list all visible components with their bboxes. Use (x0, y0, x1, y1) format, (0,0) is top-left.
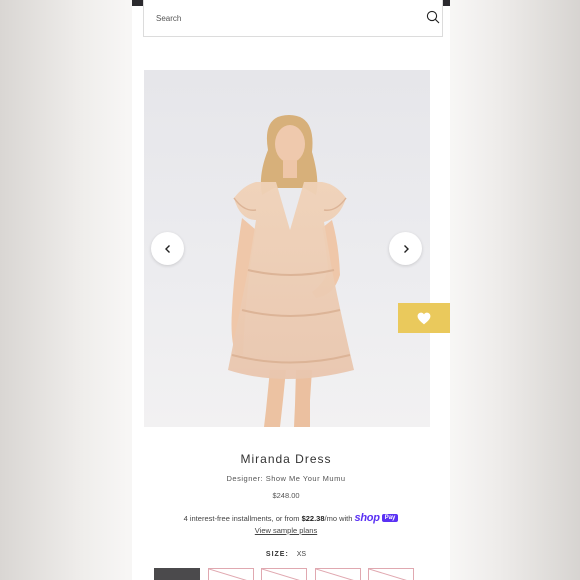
search-input[interactable] (156, 11, 406, 25)
next-image-button[interactable] (389, 232, 422, 265)
size-option[interactable] (208, 568, 254, 580)
size-selector-label: SIZE: XS (132, 551, 440, 558)
installments-amount: $22.38 (301, 514, 325, 523)
installments-info: 4 interest-free installments, or from $2… (132, 512, 450, 524)
view-sample-plans-link[interactable]: View sample plans (132, 526, 440, 535)
size-value: XS (296, 551, 307, 558)
previous-image-button[interactable] (151, 232, 184, 265)
size-option[interactable] (315, 568, 361, 580)
installments-prefix: 4 interest-free installments, or from (183, 514, 300, 523)
product-price: $248.00 (272, 491, 300, 500)
unavailable-slash-icon (262, 569, 300, 580)
unavailable-slash-icon (209, 569, 247, 580)
heart-icon (417, 312, 431, 324)
chevron-left-icon (164, 244, 170, 253)
product-image-gallery (144, 70, 430, 427)
installments-suffix: /mo with (324, 514, 353, 523)
shop-pay-badge: Pay (381, 514, 399, 522)
size-option[interactable] (154, 568, 200, 580)
size-option[interactable] (368, 568, 414, 580)
chevron-right-icon (403, 244, 409, 253)
product-designer: Designer: Show Me Your Mumu (226, 474, 346, 483)
wishlist-button[interactable] (398, 303, 450, 333)
product-title: Miranda Dress (240, 452, 332, 466)
product-photo (228, 115, 354, 427)
product-page: Miranda Dress Designer: Show Me Your Mum… (132, 0, 450, 580)
unavailable-slash-icon (316, 569, 354, 580)
size-option[interactable] (261, 568, 307, 580)
size-options (154, 568, 444, 580)
unavailable-slash-icon (369, 569, 407, 580)
search-icon[interactable] (426, 10, 440, 24)
size-label: SIZE: (265, 551, 289, 558)
shop-pay-logo: shop (354, 512, 380, 524)
search-bar (143, 0, 443, 37)
